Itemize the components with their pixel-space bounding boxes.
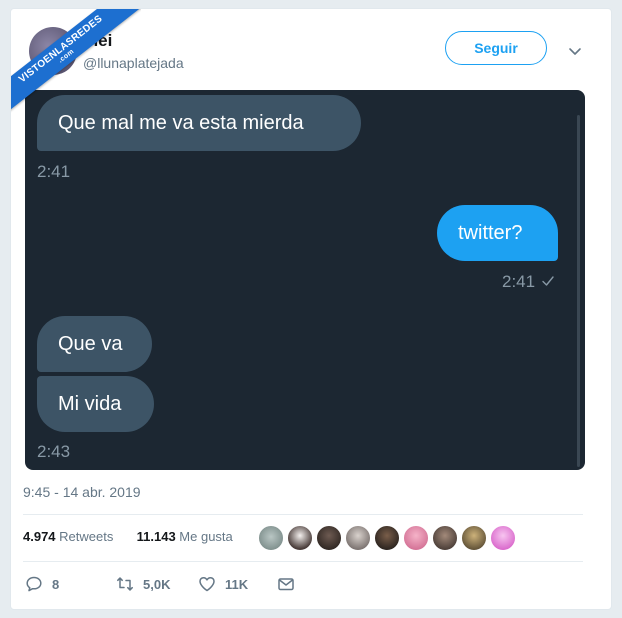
reply-icon [26,576,42,592]
message-time: 2:41 [37,162,71,181]
likes-label[interactable]: Me gusta [179,529,232,544]
liker-avatar[interactable] [345,525,371,551]
liker-avatar[interactable] [258,525,284,551]
retweet-count: 5,0K [143,576,171,592]
liker-avatar[interactable] [403,525,429,551]
liker-avatar[interactable] [432,525,458,551]
check-icon [542,276,554,286]
liker-avatar[interactable] [374,525,400,551]
chat-screenshot: Que mal me va esta mierda 2:41 twitter? … [25,90,585,470]
retweets-label[interactable]: Retweets [59,529,113,544]
divider [23,561,583,562]
message-time: 2:43 [37,442,71,461]
tweet-actions: 8 5,0K 11K [23,575,323,595]
like-count: 11K [225,576,249,592]
divider [23,514,583,515]
likes-count[interactable]: 11.143 [137,529,176,544]
tweet-timestamp[interactable]: 9:45 - 14 abr. 2019 [23,484,141,500]
ribbon-subtext: .com [57,48,76,65]
liker-avatar[interactable] [490,525,516,551]
direct-message-button[interactable] [277,575,295,593]
reply-count: 8 [52,576,60,592]
retweets-count[interactable]: 4.974 [23,529,56,544]
follow-button[interactable]: Seguir [445,31,547,65]
like-button[interactable]: 11K [198,575,248,593]
reply-button[interactable]: 8 [25,575,59,593]
retweet-icon [117,577,133,591]
message-bubble-received: Mi vida [37,376,154,432]
watermark-ribbon: VISTOENLASREDES .com [11,9,141,119]
retweet-button[interactable]: 5,0K [116,575,170,593]
tweet-card: VISTOENLASREDES .com mei @llunaplatejada… [10,8,612,610]
chat-scrollbar [577,115,580,467]
liker-avatar[interactable] [461,525,487,551]
message-bubble-received: Que va [37,316,152,372]
chevron-down-icon[interactable] [567,43,583,59]
message-time: 2:41 [502,272,536,291]
message-icon [278,578,294,591]
ribbon-text: VISTOENLASREDES [16,13,105,86]
like-icon [199,576,215,592]
liker-avatar[interactable] [316,525,342,551]
liker-avatar[interactable] [287,525,313,551]
tweet-stats: 4.974 Retweets 11.143 Me gusta [23,529,233,544]
message-bubble-sent: twitter? [437,205,558,261]
